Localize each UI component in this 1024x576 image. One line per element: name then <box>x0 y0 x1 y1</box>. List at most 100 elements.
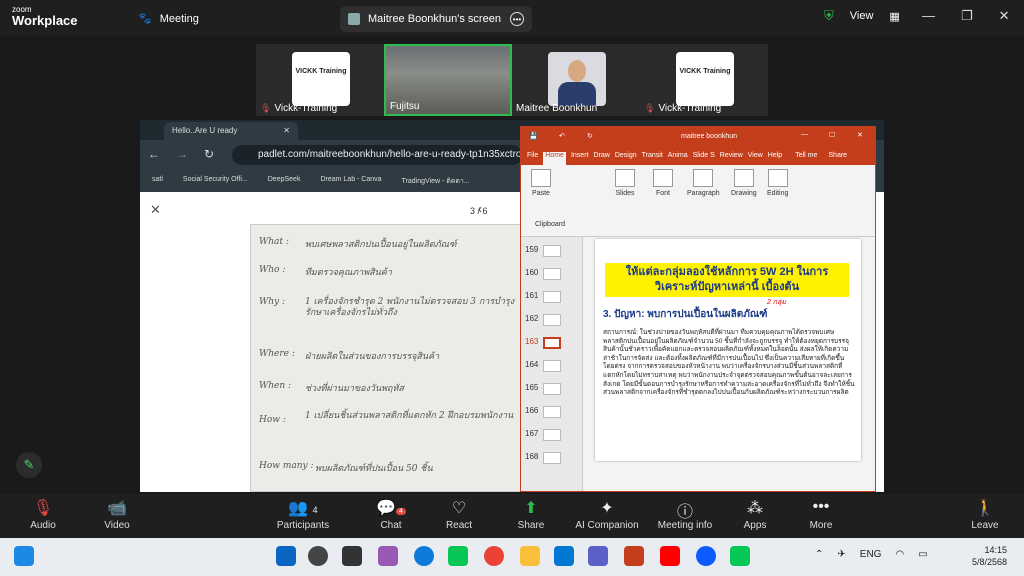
back-icon[interactable]: ← <box>148 147 160 161</box>
clock[interactable]: 14:15 5/8/2568 <box>972 544 1007 568</box>
tab-file[interactable]: File <box>527 152 538 165</box>
tab-animations[interactable]: Anima <box>668 152 688 165</box>
window-controls: — ❐ ✕ <box>922 8 1010 24</box>
minimize-icon[interactable]: — <box>801 131 808 138</box>
task-view-icon[interactable] <box>342 546 362 566</box>
view-button[interactable]: ⛨ View ▦ <box>824 8 900 24</box>
chevron-up-icon[interactable]: ⌃ <box>815 549 823 560</box>
participant-tile[interactable]: VICKK Training 🎙 Vickk-Training <box>256 44 384 116</box>
slide-thumbnail[interactable] <box>543 429 561 441</box>
restore-icon[interactable]: ❐ <box>961 8 973 24</box>
tab-design[interactable]: Design <box>615 152 637 165</box>
video-off-icon: 📹 <box>107 500 127 517</box>
start-icon[interactable] <box>276 546 296 566</box>
slide-thumbnail[interactable] <box>543 383 561 395</box>
slide-thumbnail[interactable] <box>543 245 561 257</box>
store-icon[interactable] <box>554 546 574 566</box>
bookmark-item[interactable]: TradingView - ติดตา... <box>402 176 470 186</box>
tab-insert[interactable]: Insert <box>571 152 589 165</box>
zoom-icon[interactable] <box>696 546 716 566</box>
copilot-icon[interactable] <box>378 546 398 566</box>
chat-label: Chat <box>380 520 402 531</box>
participant-tile[interactable]: Maitree Boonkhun <box>512 44 640 116</box>
participants-button[interactable]: 👥 4 Participants <box>268 498 338 531</box>
battery-icon[interactable]: ▭ <box>918 549 927 560</box>
forward-icon[interactable]: → <box>176 147 188 161</box>
slide-subheading: 3. ปัญหา: พบการปนเปื้อนในผลิตภัณฑ์ <box>603 309 768 320</box>
react-button[interactable]: ♡ React <box>424 498 494 531</box>
close-icon[interactable]: ✕ <box>283 126 290 135</box>
undo-icon[interactable]: ↶ <box>559 132 565 140</box>
tab-help[interactable]: Help <box>768 152 782 165</box>
bookmark-item[interactable]: Social Security Offi... <box>183 176 248 186</box>
line-icon[interactable] <box>730 546 750 566</box>
video-button[interactable]: 📹 Video <box>82 498 152 531</box>
reload-icon[interactable]: ↻ <box>204 147 214 161</box>
ai-companion-button[interactable]: ✦ AI Companion <box>572 498 642 531</box>
drawing-button[interactable]: Drawing <box>731 169 757 197</box>
powerpoint-icon[interactable] <box>624 546 644 566</box>
annotate-pencil-button[interactable]: ✎ <box>16 452 42 478</box>
tell-me-search[interactable]: Tell me <box>795 152 817 165</box>
meeting-info-button[interactable]: ⓘ Meeting info <box>650 498 720 531</box>
slide-thumbnail[interactable] <box>543 406 561 418</box>
url-bar[interactable]: padlet.com/maitreeboonkhun/hello-are-u-r… <box>232 145 522 165</box>
slide-thumbnail[interactable] <box>543 360 561 372</box>
minimize-icon[interactable]: — <box>922 8 935 24</box>
slide-thumbnail-selected[interactable] <box>543 337 561 349</box>
slides-button[interactable]: Slides <box>615 169 635 197</box>
tab-home[interactable]: Home <box>543 152 566 165</box>
tab-review[interactable]: Review <box>720 152 743 165</box>
paste-button[interactable]: Paste <box>531 169 551 197</box>
chrome-icon[interactable] <box>484 546 504 566</box>
slide-canvas[interactable]: ให้แต่ละกลุ่มลองใช้หลักการ 5W 2H ในการวิ… <box>595 239 861 461</box>
redo-icon[interactable]: ↻ <box>587 132 593 140</box>
widgets-icon[interactable] <box>14 546 34 566</box>
chat-button[interactable]: 💬 4 Chat <box>356 498 426 531</box>
meeting-button[interactable]: 🐾 Meeting <box>138 12 199 26</box>
search-icon[interactable] <box>308 546 328 566</box>
close-icon[interactable]: ✕ <box>150 202 161 218</box>
bookmark-item[interactable]: Dream Lab - Canva <box>320 176 381 186</box>
wifi-icon[interactable]: ◠ <box>895 549 904 560</box>
leave-button[interactable]: 🚶 Leave <box>950 498 1020 531</box>
share-button[interactable]: Share <box>828 152 847 165</box>
restore-icon[interactable]: ☐ <box>829 131 835 139</box>
share-screen-button[interactable]: ⬆ Share <box>496 498 566 531</box>
participant-tile[interactable]: Fujitsu <box>384 44 512 116</box>
youtube-icon[interactable] <box>660 546 680 566</box>
powerpoint-window: 💾 ↶ ↻ maitree boonkhun — ☐ ✕ File Home I… <box>520 126 876 492</box>
network-icon[interactable]: ✈ <box>837 549 845 560</box>
slide-thumbnail[interactable] <box>543 268 561 280</box>
line-icon[interactable] <box>448 546 468 566</box>
participant-tile[interactable]: VICKK Training 🎙 Vickk-Training <box>640 44 768 116</box>
browser-tab[interactable]: Hello..Are U ready ✕ <box>164 122 298 140</box>
slide-thumbnail[interactable] <box>543 314 561 326</box>
tab-transitions[interactable]: Transit <box>642 152 663 165</box>
tab-draw[interactable]: Draw <box>593 152 609 165</box>
edge-icon[interactable] <box>414 546 434 566</box>
bookmark-item[interactable]: satl <box>152 176 163 186</box>
language-indicator[interactable]: ENG <box>860 549 882 560</box>
system-tray: ⌃ ✈ ENG ◠ ▭ <box>815 549 928 560</box>
font-button[interactable]: Font <box>653 169 673 197</box>
people-icon: 👥 4 <box>288 500 318 517</box>
close-icon[interactable]: ✕ <box>857 131 863 139</box>
tab-slideshow[interactable]: Slide S <box>693 152 715 165</box>
apps-button[interactable]: ⁂ Apps <box>720 498 790 531</box>
screen-share-indicator[interactable]: Maitree Boonkhun's screen ••• <box>340 6 532 32</box>
more-options-icon[interactable]: ••• <box>510 12 524 26</box>
tab-view[interactable]: View <box>748 152 763 165</box>
more-button[interactable]: ••• More <box>786 498 856 531</box>
slide-thumbnail[interactable] <box>543 452 561 464</box>
audio-button[interactable]: 🎙 Audio <box>8 498 78 531</box>
save-icon[interactable]: 💾 <box>529 132 538 140</box>
paragraph-icon <box>693 169 714 187</box>
file-explorer-icon[interactable] <box>520 546 540 566</box>
paragraph-button[interactable]: Paragraph <box>687 169 720 197</box>
editing-button[interactable]: Editing <box>767 169 788 197</box>
close-icon[interactable]: ✕ <box>999 8 1010 24</box>
slide-thumbnail[interactable] <box>543 291 561 303</box>
teams-icon[interactable] <box>588 546 608 566</box>
bookmark-item[interactable]: DeepSeek <box>268 176 301 186</box>
